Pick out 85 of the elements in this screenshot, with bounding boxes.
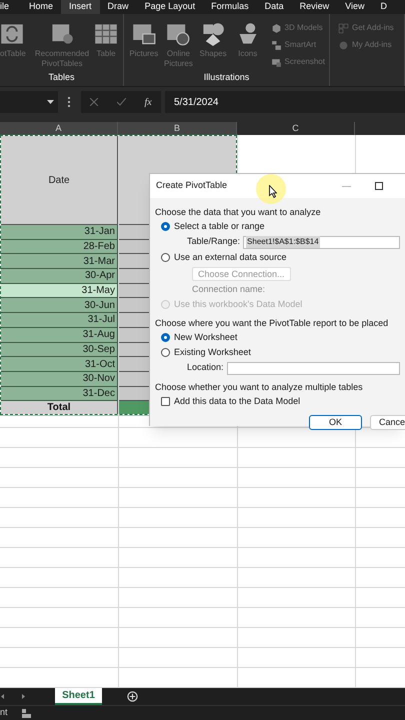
ribbon-tab[interactable]: Home: [21, 0, 62, 14]
table-cell: Total: [1, 401, 118, 414]
radio-button[interactable]: [161, 253, 170, 262]
scroll-right-icon[interactable]: [22, 694, 25, 699]
table-cell: 30-Sep: [1, 342, 118, 358]
add-sheet-icon[interactable]: [127, 691, 138, 702]
ribbon-tab[interactable]: Review: [292, 0, 338, 14]
radio-button[interactable]: [161, 333, 170, 342]
ribbon-tab[interactable]: View: [337, 0, 373, 14]
table-cell: [118, 372, 149, 387]
connection-name-label: Connection name:: [192, 282, 266, 296]
table-cell: 31-Aug: [1, 328, 118, 342]
ribbon-tab[interactable]: Insert: [61, 0, 100, 14]
pointer-icon: [269, 185, 277, 198]
table-cell: [118, 386, 149, 402]
table-cell: 31-Jul: [1, 313, 118, 328]
table-cell: [118, 401, 149, 414]
table-icon: [94, 22, 118, 46]
table-cell: 30-Nov: [1, 372, 118, 387]
table-cell: 31-Jan: [1, 225, 118, 240]
dropdown-arrow-icon[interactable]: [47, 100, 54, 104]
formula-input[interactable]: 5/31/2024: [165, 91, 405, 113]
table-cell: [118, 298, 149, 314]
ribbon-tab[interactable]: Formulas: [203, 0, 257, 14]
dialog-title: Create PivotTable: [156, 179, 228, 192]
table-cell: [118, 342, 149, 358]
table-cell: 28-Feb: [1, 240, 118, 254]
table-cell: 31-Dec: [1, 386, 118, 402]
table-cell: [118, 240, 149, 254]
table-cell: Date: [1, 136, 118, 225]
section-heading: Choose whether you want to analyze multiple tables: [155, 380, 363, 394]
ribbon-tab[interactable]: Page Layout: [136, 0, 204, 14]
table-cell: [118, 313, 149, 328]
option-label: New Worksheet: [174, 330, 238, 344]
table-cell: [118, 225, 149, 240]
cube-icon: [270, 22, 282, 34]
ribbon-tab[interactable]: ile: [0, 0, 22, 14]
table-cell: [118, 269, 149, 284]
screenshot-icon: [270, 56, 282, 68]
enter-icon[interactable]: [116, 98, 126, 106]
field-label: Table/Range:: [187, 235, 240, 248]
option-label: Add this data to the Data Model: [174, 394, 300, 408]
table-cell: 30-Jun: [1, 298, 118, 314]
ribbon-tab[interactable]: Draw: [100, 0, 137, 14]
diagram-icon: [270, 40, 282, 50]
grip-icon: [68, 97, 71, 107]
cancel-icon[interactable]: [90, 98, 98, 106]
picture-icon: [132, 22, 156, 46]
sheet-tab[interactable]: Sheet1: [55, 688, 102, 705]
shapes-icon: [201, 22, 226, 46]
table-cell: 30-Apr: [1, 269, 118, 284]
column-header[interactable]: A: [0, 122, 118, 135]
insert-function-button[interactable]: fx: [144, 94, 152, 110]
group-label: Illustrations: [202, 70, 250, 84]
column-header[interactable]: B: [118, 122, 237, 135]
option-label: Select a table or range: [174, 220, 265, 233]
option-label: Existing Worksheet: [174, 346, 251, 359]
input-field[interactable]: Sheet1!$A$1:$B$14: [243, 236, 400, 248]
table-cell: [118, 357, 149, 372]
ok-button[interactable]: OK: [309, 415, 362, 430]
input-field[interactable]: [226, 362, 400, 374]
radio-button[interactable]: [161, 348, 170, 357]
table-cell: 31-Mar: [1, 254, 118, 270]
status-text: nt: [0, 706, 8, 720]
option-label: Use this workbook's Data Model: [174, 298, 302, 311]
table-cell: 31-May: [1, 284, 118, 298]
scroll-left-icon[interactable]: [1, 694, 4, 699]
ribbon-tab[interactable]: Data: [256, 0, 292, 14]
section-heading: Choose where you want the PivotTable report to be placed: [155, 316, 388, 330]
maximize-icon[interactable]: [375, 182, 383, 190]
checkbox[interactable]: [161, 397, 170, 406]
option-label: Use an external data source: [174, 250, 287, 264]
table-cell: [118, 328, 149, 342]
ribbon-tab[interactable]: D: [372, 0, 396, 14]
table-cell: [118, 254, 149, 270]
field-label: Location:: [187, 361, 224, 374]
section-heading: Choose the data that you want to analyze: [155, 206, 321, 219]
group-label: Tables: [47, 70, 76, 84]
column-header[interactable]: C: [237, 122, 355, 135]
cancel-button[interactable]: Cance: [370, 415, 405, 430]
pivot-table-icon: [0, 22, 24, 46]
radio-button[interactable]: [161, 222, 170, 231]
grid-icon: [338, 22, 349, 34]
table-cell: 31-Oct: [1, 357, 118, 372]
table-cell: [118, 284, 149, 298]
